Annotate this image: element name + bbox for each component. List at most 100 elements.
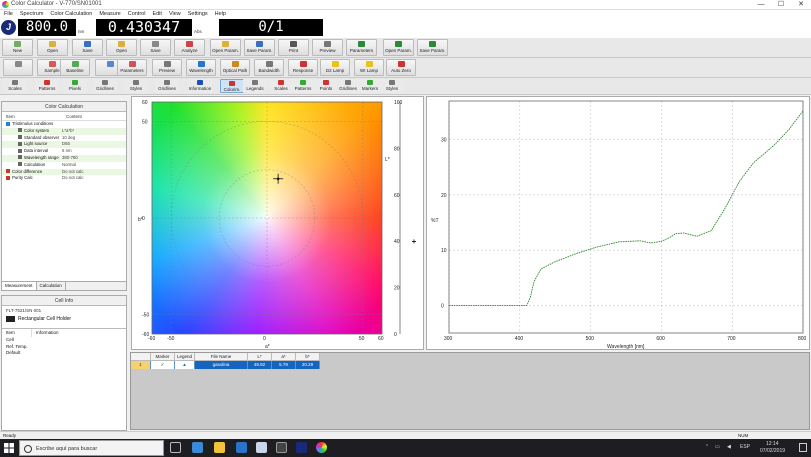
scales-button[interactable]: Scales (269, 79, 293, 93)
maximize-button[interactable]: ☐ (771, 0, 791, 10)
toolbar-button-label: Pixels (68, 86, 81, 91)
network-icon[interactable]: ▭ (715, 444, 720, 450)
menu-spectrum[interactable]: Spectrum (20, 10, 44, 18)
points-button[interactable]: Points (314, 79, 338, 93)
language-indicator[interactable]: ESP (740, 444, 750, 450)
list-item[interactable]: Calculation Normal (2, 162, 126, 169)
save-param-button[interactable]: Save Param. (244, 39, 275, 56)
toolbar-button-label: Gridlines (96, 86, 114, 91)
menu-settings[interactable]: Settings (188, 10, 208, 18)
wi-lamp-button[interactable]: WI Lamp (354, 59, 384, 76)
clock-time[interactable]: 12:14 (766, 441, 779, 447)
x-tick-label: 800 (798, 336, 807, 342)
save-param-button[interactable]: Save Param. (417, 39, 448, 56)
mail-icon[interactable] (256, 442, 267, 453)
grid-col-file[interactable]: File Name (195, 353, 248, 361)
tray-chevron-icon[interactable]: ⌃ (705, 444, 709, 450)
scales-button[interactable]: Scales (3, 79, 27, 93)
file-explorer-icon[interactable] (214, 442, 225, 453)
parameters-button[interactable]: Parameters (346, 39, 377, 56)
menu-control[interactable]: Control (128, 10, 146, 18)
tab-calculation[interactable]: Calculation (37, 282, 66, 290)
bandwidth-button[interactable]: Bandwidth (254, 59, 284, 76)
notifications-icon[interactable] (799, 443, 807, 452)
cell-col-item: Item (2, 329, 32, 337)
edge-icon[interactable] (192, 442, 203, 453)
wavelength-button[interactable]: Wavelength (186, 59, 216, 76)
parameters-button[interactable]: Parameters (117, 59, 147, 76)
styles-button[interactable]: Styles (124, 79, 148, 93)
auto-zero-button[interactable]: Auto Zero (386, 59, 416, 76)
grid-col-a[interactable]: a* (272, 353, 296, 361)
pixels-button[interactable]: Pixels (63, 79, 87, 93)
legends-button[interactable]: Legends (243, 79, 267, 93)
gridlines-button[interactable]: Gridlines (93, 79, 117, 93)
windows-start-icon[interactable] (4, 443, 14, 453)
spectrum-pane[interactable]: 300 400 500 600 700 800 0 10 20 30 Wavelength [nm… (426, 96, 810, 350)
patterns-button[interactable]: Patterns (291, 79, 315, 93)
menu-view[interactable]: View (169, 10, 181, 18)
menu-edit[interactable]: Edit (152, 10, 161, 18)
color-app-taskbar-icon[interactable] (316, 442, 327, 453)
list-item[interactable]: Tristimulus conditions (2, 121, 126, 128)
save-button[interactable]: Save (140, 39, 171, 56)
response-button[interactable]: Response (288, 59, 318, 76)
print-button[interactable]: Print (278, 39, 309, 56)
list-item[interactable]: Color difference Do not calc (2, 168, 126, 176)
optical-path-button[interactable]: Optical Path (220, 59, 250, 76)
information-button[interactable]: Information (188, 79, 212, 93)
gridlines-button[interactable]: Gridlines (336, 79, 360, 93)
tool-0-button[interactable] (3, 59, 33, 76)
volume-icon[interactable]: ◀ (727, 444, 731, 450)
absorbance-readout: 0.430347 (96, 19, 192, 36)
list-item[interactable]: Data interval 5 nm (2, 148, 126, 155)
y-tick-label: 0 (441, 303, 444, 309)
menu-help[interactable]: Help (215, 10, 226, 18)
open-button[interactable]: Open (37, 39, 68, 56)
item-value: 380-780 (62, 154, 78, 160)
grid-col-legend[interactable]: Legend (175, 353, 195, 361)
row-legend-triangle[interactable]: ▲ (175, 361, 195, 369)
analyze-button[interactable]: Analyze (174, 39, 205, 56)
taskbar-search-input[interactable]: Escribe aquí para buscar (19, 440, 164, 456)
list-item[interactable]: Color system L*a*b* (2, 127, 126, 135)
grid-col-marker[interactable]: Marker (151, 353, 175, 361)
windows-taskbar: Escribe aquí para buscar ⌃ ▭ ◀ ESP 12:14… (0, 439, 811, 457)
baseline-button[interactable]: Baseline (60, 59, 90, 76)
store-icon[interactable] (236, 442, 247, 453)
colorim-button[interactable]: Colorim. (220, 79, 244, 93)
save-button[interactable]: Save (72, 39, 103, 56)
list-item[interactable]: Purity Calc Do not calc (2, 175, 126, 182)
d2-lamp-button[interactable]: D2 Lamp (320, 59, 350, 76)
minimize-button[interactable]: — (751, 0, 771, 10)
gridlines-button[interactable]: Gridlines (155, 79, 179, 93)
list-item[interactable]: Light source D65 (2, 141, 126, 149)
patterns-button[interactable]: Patterns (35, 79, 59, 93)
clock-date[interactable]: 07/02/2019 (760, 448, 785, 454)
menu-measure[interactable]: Measure (99, 10, 120, 18)
app-window-icon[interactable] (276, 442, 287, 453)
open-param-button[interactable]: Open Param. (210, 39, 241, 56)
menu-file[interactable]: File (4, 10, 13, 18)
jasco-taskbar-icon[interactable] (296, 442, 307, 453)
analyze-icon (186, 41, 193, 47)
close-button[interactable]: ✕ (791, 0, 811, 10)
styles-button[interactable]: Styles (380, 79, 404, 93)
task-view-icon[interactable] (170, 442, 181, 453)
device-name: FLT-7521/SN 001 (6, 308, 42, 313)
menu-color-calculation[interactable]: Color Calculation (50, 10, 92, 18)
new-button[interactable]: New (2, 39, 33, 56)
preview-button[interactable]: Preview (312, 39, 343, 56)
grid-col-b[interactable]: b* (296, 353, 320, 361)
chromaticity-pane[interactable]: -60 -50 0 50 60 60 50 0 -50 -60 a* b* 100 80 60 40 20… (131, 96, 424, 350)
row-marker-checkbox[interactable]: ✓ (151, 361, 175, 369)
toolbar-button-label: Open Param. (212, 48, 239, 53)
open-button[interactable]: Open (106, 39, 137, 56)
open-param-button[interactable]: Open Param. (383, 39, 414, 56)
markers-button[interactable]: Markers (358, 79, 382, 93)
tab-measurement[interactable]: Measurement (2, 282, 37, 290)
list-item[interactable]: Wavelength range 380-780 (2, 154, 126, 162)
grid-col-l[interactable]: L* (248, 353, 272, 361)
list-item[interactable]: Standard observer 10 deg (2, 135, 126, 142)
preview-button[interactable]: Preview (152, 59, 182, 76)
